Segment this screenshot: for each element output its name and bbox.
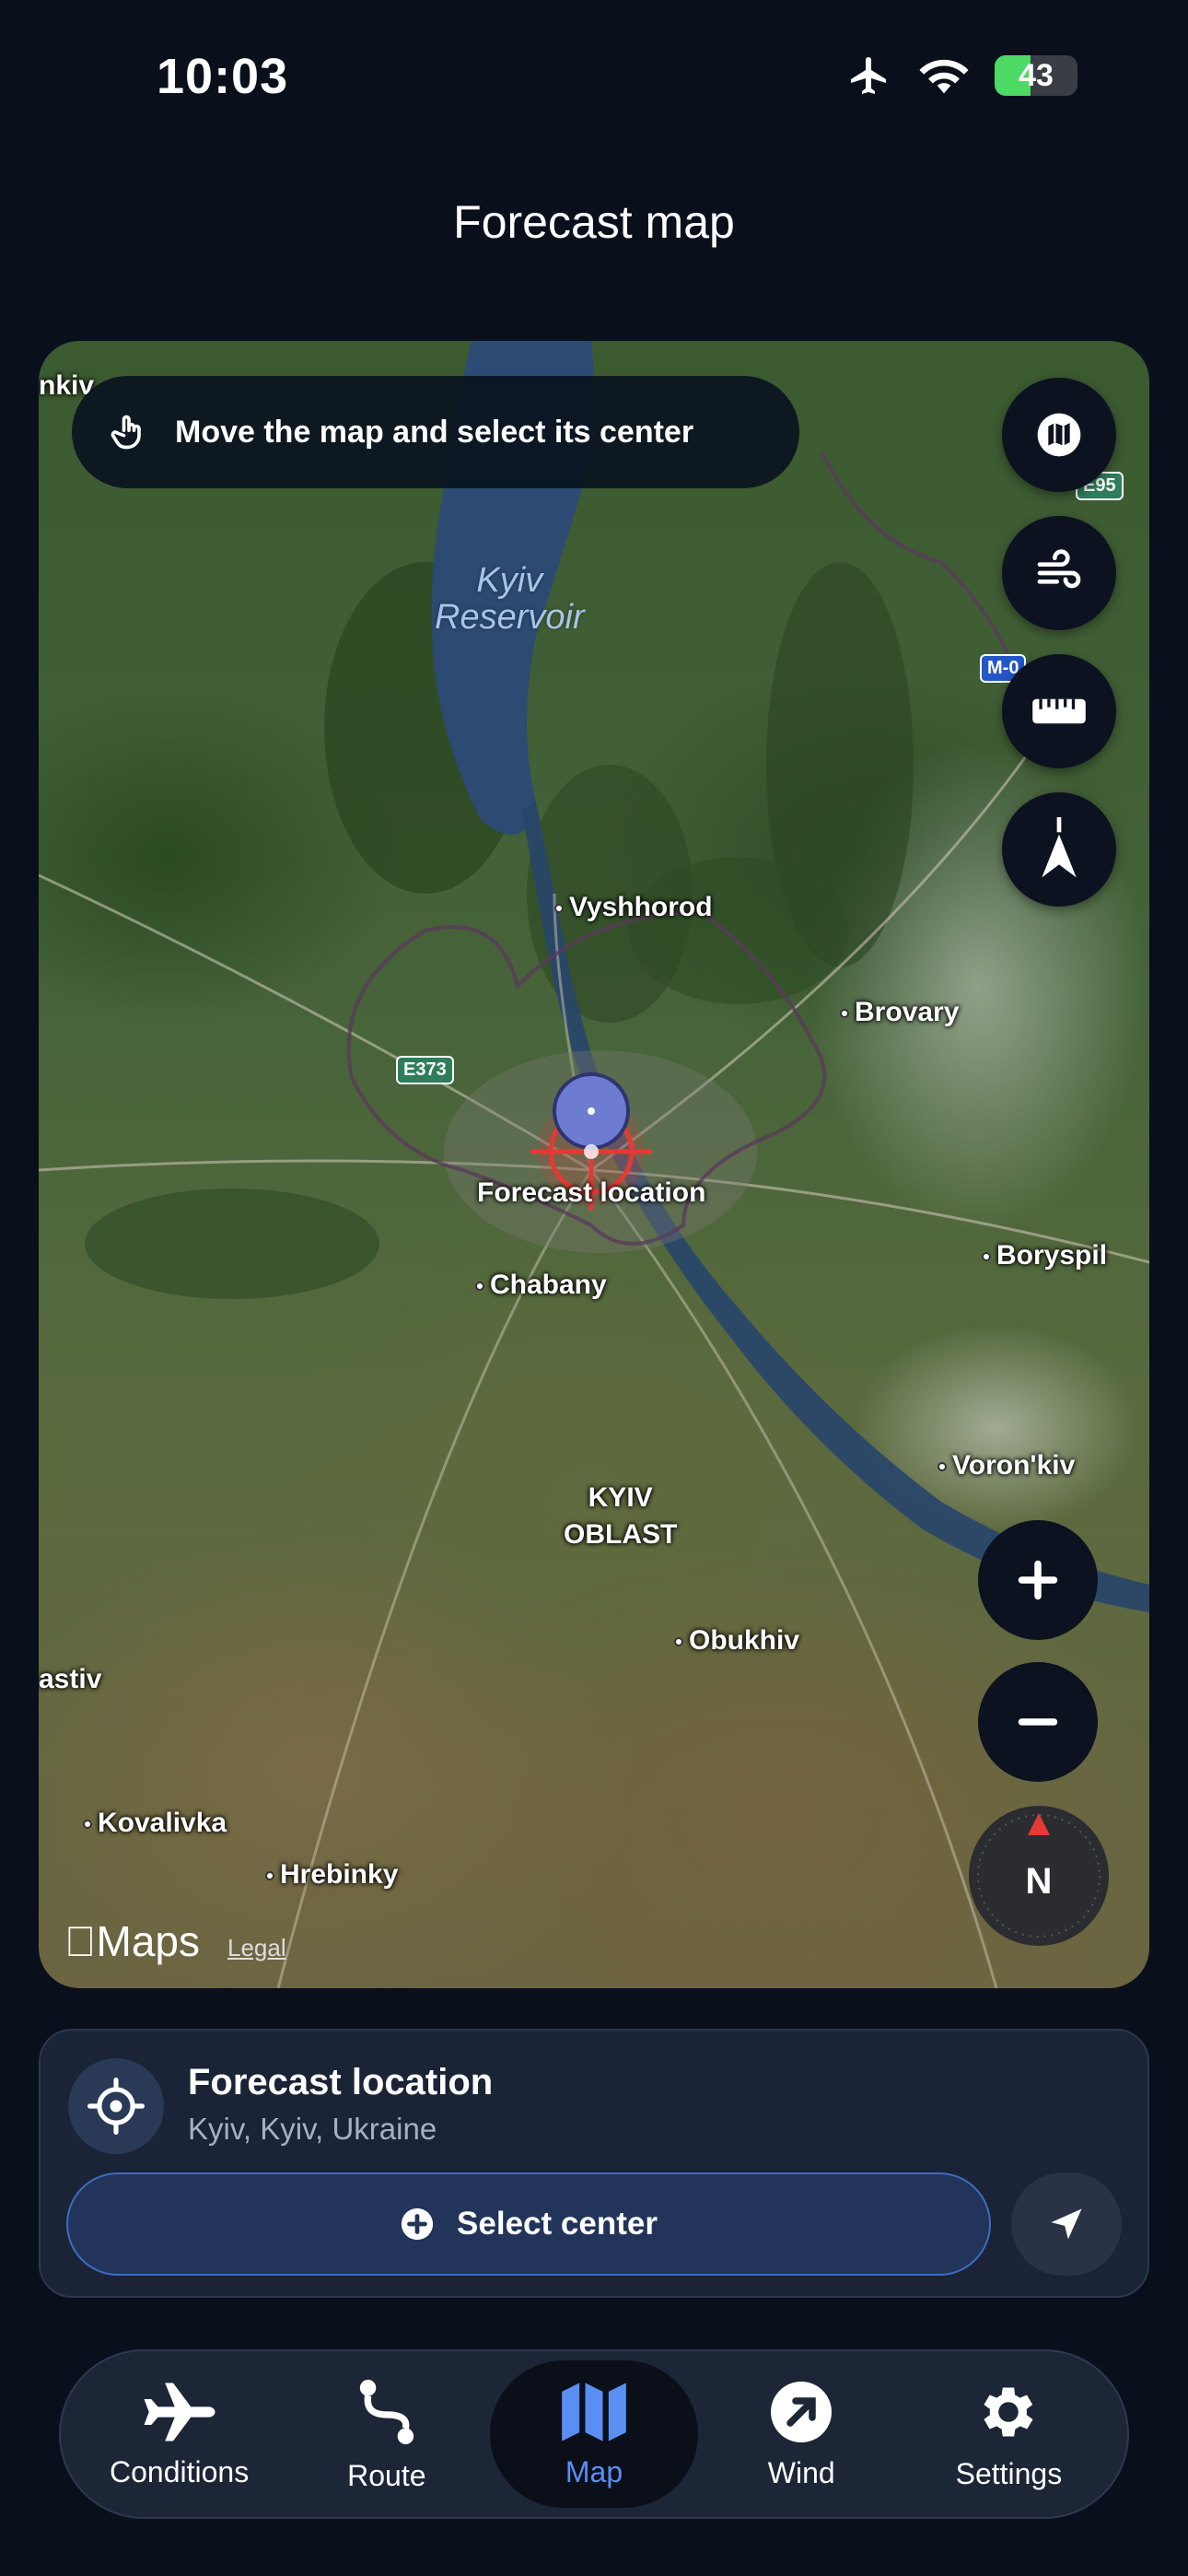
- place-label-vyshhorod: Vyshhorod: [554, 892, 713, 923]
- plus-icon: [1018, 1560, 1058, 1600]
- tab-wind-label: Wind: [767, 2455, 835, 2489]
- battery-level: 43: [1019, 57, 1054, 93]
- page-title: Forecast map: [453, 196, 735, 248]
- location-target-icon: [68, 2058, 164, 2154]
- tab-wind[interactable]: Wind: [698, 2360, 905, 2508]
- north-up-button[interactable]: [1002, 792, 1116, 907]
- map-hint-text: Move the map and select its center: [175, 414, 694, 450]
- north-arrow-icon: [1042, 817, 1077, 878]
- status-icons: 43: [845, 53, 1077, 98]
- tab-route[interactable]: Route: [283, 2360, 490, 2508]
- tab-bar: Conditions Route Map Wind Settings: [59, 2349, 1129, 2519]
- forecast-map[interactable]: Kyiv Reservoir nkiv Vyshhorod Brovary Bo…: [39, 341, 1149, 1988]
- status-time: 10:03: [157, 49, 289, 104]
- tab-conditions[interactable]: Conditions: [76, 2360, 283, 2508]
- airplane-icon: [144, 2383, 215, 2441]
- select-center-button[interactable]: Select center: [66, 2172, 991, 2276]
- location-arrow-icon: [1051, 2208, 1082, 2240]
- place-label-voronkiv: Voron'kiv: [938, 1450, 1075, 1481]
- compass-button[interactable]: N: [969, 1806, 1109, 1946]
- compass-label: N: [1025, 1860, 1053, 1902]
- road-badge-e373: E373: [396, 1056, 454, 1084]
- wind-icon: [1037, 549, 1081, 589]
- reservoir-label-line1: Kyiv: [476, 561, 543, 600]
- tab-settings-label: Settings: [955, 2456, 1063, 2490]
- status-bar: 10:03 43: [0, 0, 1188, 157]
- map-layers-button[interactable]: [1002, 378, 1116, 492]
- tab-map-label: Map: [565, 2454, 623, 2488]
- location-subtitle: Kyiv, Kyiv, Ukraine: [188, 2112, 437, 2146]
- region-label: KYIV OBLAST: [564, 1482, 678, 1550]
- place-label-brovary: Brovary: [840, 997, 959, 1028]
- map-icon: [562, 2382, 626, 2441]
- hand-pointer-icon: [111, 415, 141, 450]
- ruler-button[interactable]: [1002, 654, 1116, 768]
- battery-indicator: 43: [995, 55, 1077, 96]
- maps-logo: Maps: [64, 1917, 200, 1965]
- select-center-label: Select center: [457, 2206, 658, 2242]
- current-location-button[interactable]: [1011, 2172, 1122, 2276]
- plus-circle-icon: [401, 2207, 434, 2241]
- tab-settings[interactable]: Settings: [905, 2360, 1112, 2508]
- minus-icon: [1018, 1718, 1058, 1726]
- tab-route-label: Route: [347, 2458, 426, 2492]
- forecast-location-card: Forecast location Kyiv, Kyiv, Ukraine Se…: [39, 2029, 1149, 2298]
- zoom-out-button[interactable]: [978, 1662, 1098, 1782]
- gear-icon: [984, 2386, 1033, 2437]
- reservoir-label-line2: Reservoir: [435, 598, 585, 637]
- legal-link[interactable]: Legal: [227, 1934, 286, 1962]
- route-icon: [359, 2379, 413, 2444]
- map-layers-icon: [1037, 413, 1081, 457]
- place-label-chabany: Chabany: [475, 1270, 607, 1301]
- zoom-in-button[interactable]: [978, 1520, 1098, 1640]
- maps-attribution: Maps Legal: [64, 1916, 286, 1966]
- wifi-icon: [919, 59, 969, 94]
- location-title: Forecast location: [188, 2062, 494, 2102]
- place-label-kovalivka: Kovalivka: [83, 1808, 227, 1839]
- wind-overlay-button[interactable]: [1002, 516, 1116, 630]
- airplane-mode-icon: [851, 57, 886, 94]
- tab-map[interactable]: Map: [490, 2360, 698, 2508]
- tab-conditions-label: Conditions: [110, 2454, 250, 2488]
- place-label-obukhiv: Obukhiv: [674, 1625, 799, 1657]
- marker-label: Forecast location: [477, 1177, 706, 1208]
- place-label-hrebinky: Hrebinky: [265, 1859, 398, 1891]
- place-label-astiv: astiv: [39, 1664, 102, 1694]
- place-label-boryspil: Boryspil: [982, 1240, 1107, 1271]
- map-hint-pill: Move the map and select its center: [72, 376, 799, 488]
- wind-arrow-icon: [771, 2381, 833, 2442]
- ruler-icon: [1032, 698, 1086, 724]
